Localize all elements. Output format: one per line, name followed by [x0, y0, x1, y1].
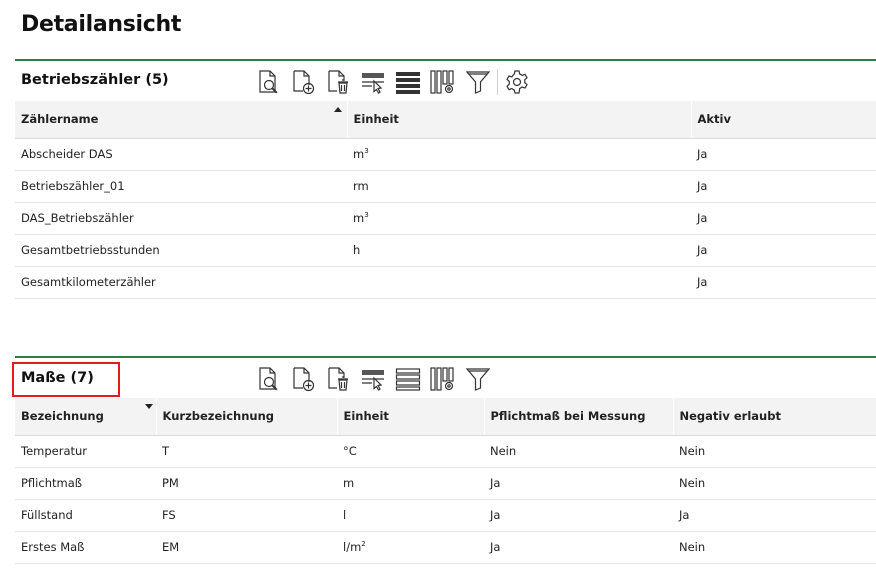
- add-entry-button[interactable]: [290, 69, 316, 95]
- toolbar-separator: [497, 69, 498, 95]
- select-row-icon: [362, 370, 384, 391]
- section-header: Betriebszähler (5): [15, 61, 876, 101]
- cell-aktiv: Ja: [691, 266, 876, 299]
- cell-bezeichnung: Temperatur: [15, 435, 156, 468]
- rows-button[interactable]: [395, 366, 421, 392]
- search-document-icon: [259, 367, 278, 391]
- select-row-button[interactable]: [360, 366, 386, 392]
- table-row[interactable]: Betriebszähler_01 rm Ja: [15, 170, 876, 203]
- cell-bezeichnung: Pflichtmaß: [15, 467, 156, 500]
- section-title: Betriebszähler (5): [21, 72, 169, 88]
- column-settings-button[interactable]: [430, 366, 456, 392]
- section-title: Maße (7): [21, 370, 94, 386]
- section-toolbar: [255, 365, 500, 393]
- select-row-button[interactable]: [360, 69, 386, 95]
- cell-einheit: l/m2: [337, 531, 484, 564]
- cell-zaehlername: Abscheider DAS: [15, 138, 347, 171]
- view-details-button[interactable]: [255, 69, 281, 95]
- cell-kurzbezeichnung: PM: [156, 467, 337, 500]
- search-document-icon: [259, 70, 278, 94]
- delete-document-icon: [328, 367, 348, 391]
- cell-zaehlername: Betriebszähler_01: [15, 170, 347, 203]
- sort-ascending-icon: [334, 107, 342, 112]
- select-row-icon: [362, 73, 384, 94]
- rows-icon: [395, 368, 421, 391]
- table-row[interactable]: Gesamtkilometerzähler Ja: [15, 266, 876, 299]
- table-header-row: Zählername Einheit Aktiv: [15, 101, 876, 139]
- column-header-bezeichnung[interactable]: Bezeichnung: [15, 398, 156, 436]
- add-entry-button[interactable]: [290, 366, 316, 392]
- cell-kurzbezeichnung: EM: [156, 531, 337, 564]
- table-header-row: Bezeichnung Kurzbezeichnung Einheit Pfli…: [15, 398, 876, 436]
- column-settings-icon: [430, 367, 454, 391]
- cell-negativ-erlaubt: Nein: [673, 467, 876, 500]
- cell-pflichtmass: Ja: [484, 499, 673, 532]
- column-settings-button[interactable]: [430, 69, 456, 95]
- cell-aktiv: Ja: [691, 170, 876, 203]
- filter-icon: [465, 368, 491, 391]
- column-header-negativ-erlaubt[interactable]: Negativ erlaubt: [672, 398, 876, 436]
- cell-negativ-erlaubt: Nein: [673, 531, 876, 564]
- column-header-aktiv[interactable]: Aktiv: [690, 101, 876, 139]
- cell-einheit: m3: [347, 138, 691, 171]
- betriebszaehler-section: Betriebszähler (5) Zählername Einheit Ak…: [15, 59, 876, 299]
- column-header-zaehlername[interactable]: Zählername: [15, 101, 347, 139]
- cell-bezeichnung: Füllstand: [15, 499, 156, 532]
- cell-einheit: l: [337, 499, 484, 532]
- cell-pflichtmass: Ja: [484, 531, 673, 564]
- section-header: Maße (7): [12, 358, 876, 398]
- add-document-icon: [293, 367, 315, 392]
- table-row[interactable]: Erstes Maß EM l/m2 Ja Nein: [15, 531, 876, 564]
- filter-button[interactable]: [465, 366, 491, 392]
- section-toolbar: [255, 68, 539, 96]
- column-header-kurzbezeichnung[interactable]: Kurzbezeichnung: [155, 398, 337, 436]
- cell-einheit: m3: [347, 202, 691, 235]
- view-details-button[interactable]: [255, 366, 281, 392]
- sort-descending-icon: [145, 404, 153, 409]
- table-row[interactable]: Füllstand FS l Ja Ja: [15, 499, 876, 532]
- rows-button[interactable]: [395, 69, 421, 95]
- cell-einheit: [347, 266, 691, 299]
- cell-einheit: rm: [347, 170, 691, 203]
- cell-einheit: h: [347, 234, 691, 267]
- page-title: Detailansicht: [21, 12, 182, 37]
- betriebszaehler-table: Zählername Einheit Aktiv Abscheider DAS …: [15, 101, 876, 299]
- masse-section: Maße (7) Bezeichnung Kurzbezeichnung Ein…: [12, 356, 876, 564]
- cell-pflichtmass: Nein: [484, 435, 673, 468]
- rows-icon: [396, 72, 420, 94]
- cell-einheit: °C: [337, 435, 484, 468]
- cell-aktiv: Ja: [691, 138, 876, 171]
- settings-button[interactable]: [504, 69, 530, 95]
- table-row[interactable]: Gesamtbetriebsstunden h Ja: [15, 234, 876, 267]
- cell-zaehlername: Gesamtbetriebsstunden: [15, 234, 347, 267]
- column-header-pflichtmass[interactable]: Pflichtmaß bei Messung: [483, 398, 673, 436]
- cell-aktiv: Ja: [691, 234, 876, 267]
- column-settings-icon: [430, 70, 454, 94]
- cell-einheit: m: [337, 467, 484, 500]
- cell-kurzbezeichnung: T: [156, 435, 337, 468]
- cell-pflichtmass: Ja: [484, 467, 673, 500]
- table-row[interactable]: Temperatur T °C Nein Nein: [15, 435, 876, 468]
- table-row[interactable]: Pflichtmaß PM m Ja Nein: [15, 467, 876, 500]
- masse-table: Bezeichnung Kurzbezeichnung Einheit Pfli…: [15, 398, 876, 564]
- table-row[interactable]: DAS_Betriebszähler m3 Ja: [15, 202, 876, 235]
- filter-button[interactable]: [465, 69, 491, 95]
- cell-zaehlername: DAS_Betriebszähler: [15, 202, 347, 235]
- delete-entry-button[interactable]: [325, 366, 351, 392]
- filter-icon: [465, 71, 491, 94]
- column-header-einheit[interactable]: Einheit: [336, 398, 484, 436]
- settings-icon: [506, 70, 528, 94]
- table-row[interactable]: Abscheider DAS m3 Ja: [15, 138, 876, 171]
- column-header-einheit[interactable]: Einheit: [346, 101, 691, 139]
- add-document-icon: [293, 70, 315, 95]
- cell-kurzbezeichnung: FS: [156, 499, 337, 532]
- cell-negativ-erlaubt: Nein: [673, 435, 876, 468]
- cell-bezeichnung: Erstes Maß: [15, 531, 156, 564]
- delete-document-icon: [328, 70, 348, 94]
- cell-negativ-erlaubt: Ja: [673, 499, 876, 532]
- cell-aktiv: Ja: [691, 202, 876, 235]
- delete-entry-button[interactable]: [325, 69, 351, 95]
- cell-zaehlername: Gesamtkilometerzähler: [15, 266, 347, 299]
